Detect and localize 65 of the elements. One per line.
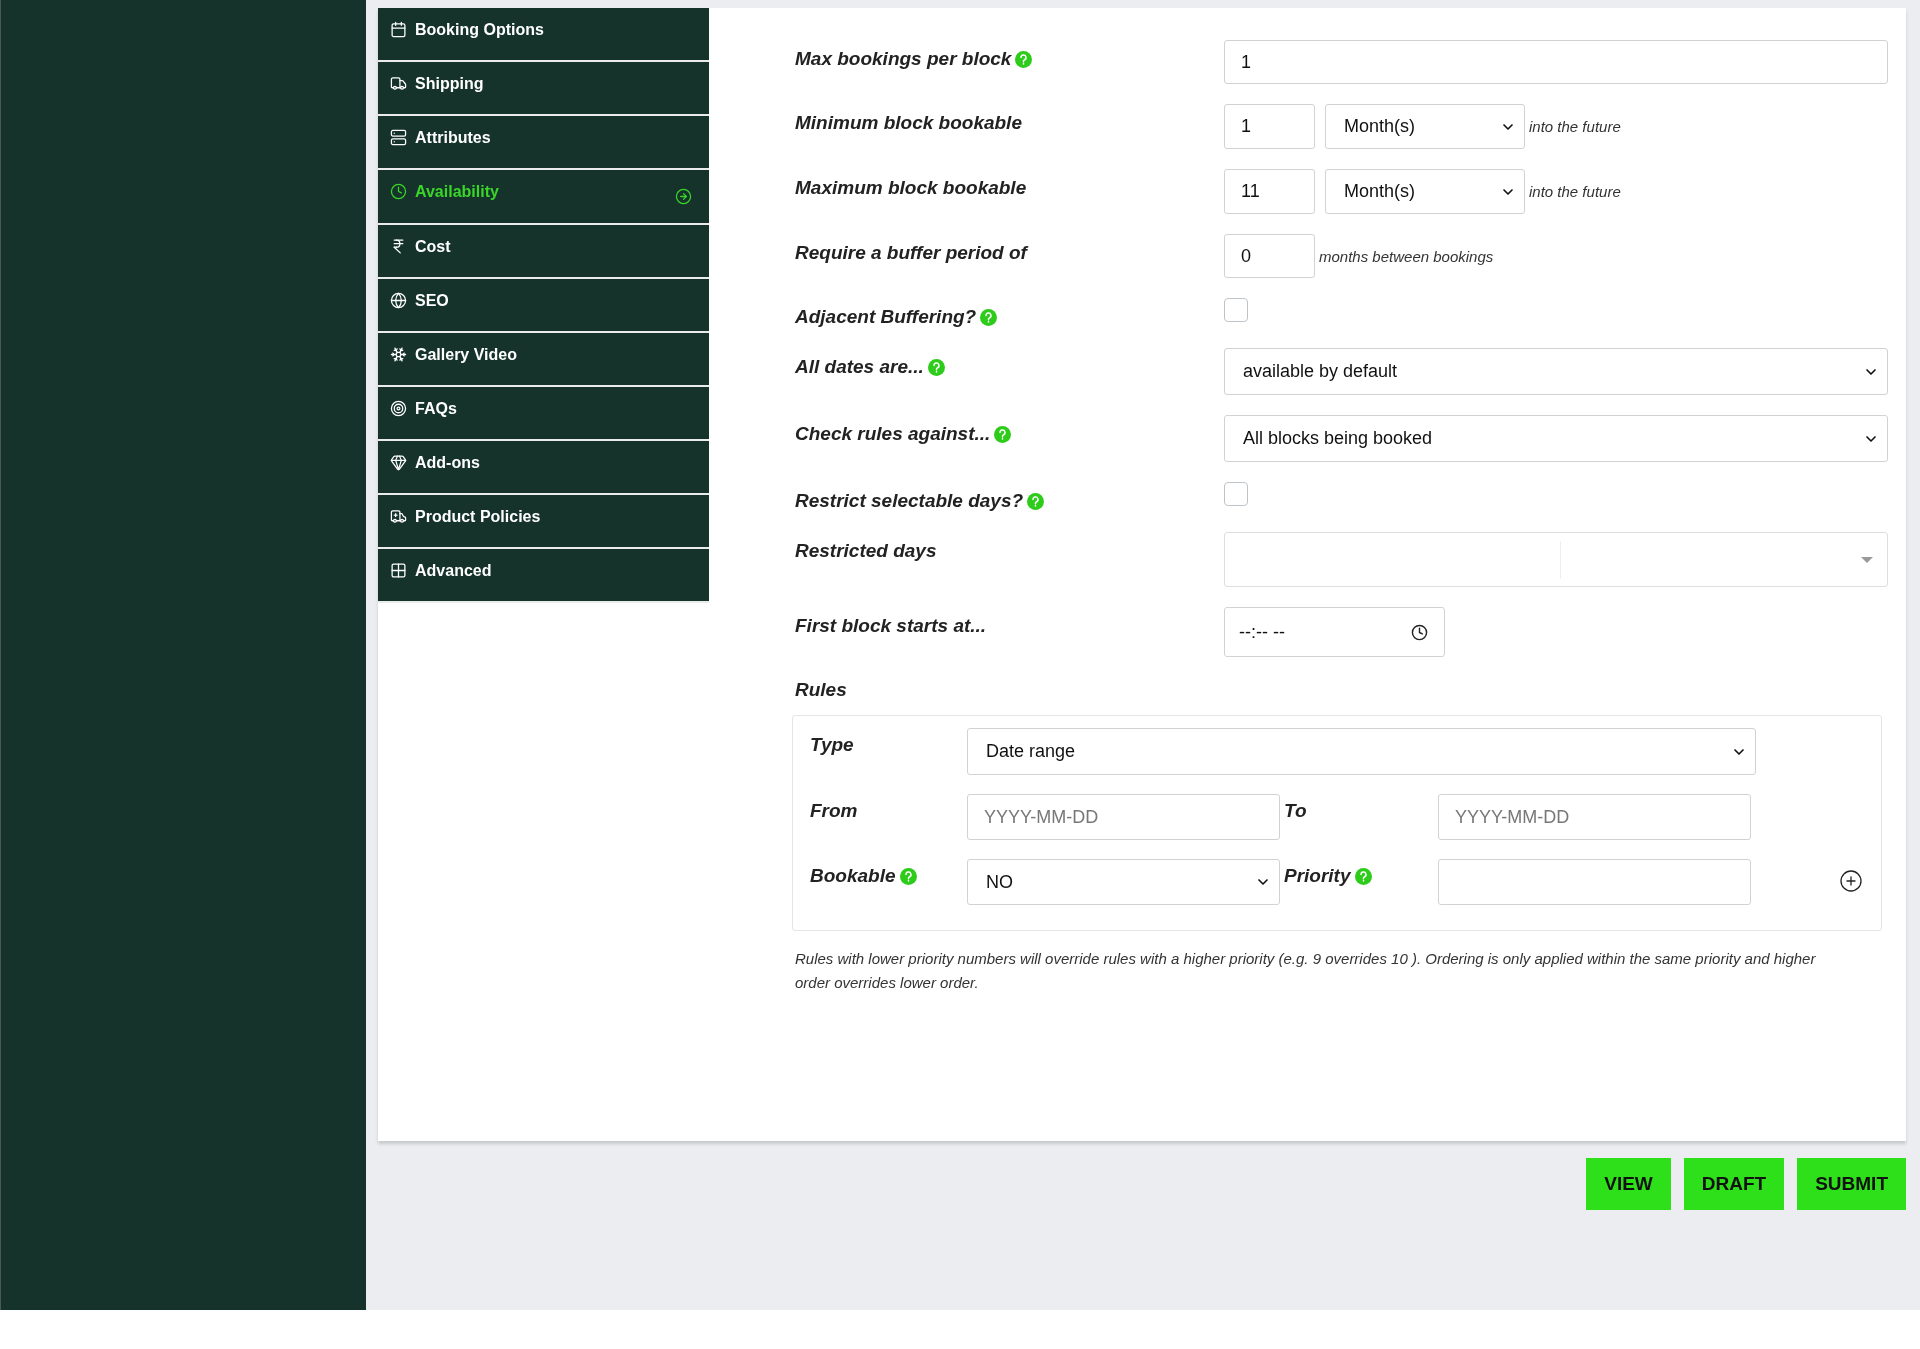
menu-tab[interactable]: Gallery Video — [378, 333, 709, 387]
field-label: Type — [810, 734, 854, 756]
dropdown-select[interactable]: available by default — [1224, 348, 1888, 395]
menu-tab[interactable]: Product Policies — [378, 495, 709, 549]
clock-icon — [1411, 623, 1428, 641]
truck-plus-icon — [390, 508, 407, 525]
field-label: Minimum block bookable — [795, 112, 1022, 134]
type-select[interactable]: Date range — [967, 728, 1756, 775]
bookable-select[interactable]: NO — [967, 859, 1280, 905]
suffix-text: months between bookings — [1319, 247, 1494, 265]
action-button[interactable]: SUBMIT — [1797, 1158, 1906, 1210]
unit-select[interactable]: Month(s) — [1325, 169, 1525, 214]
date-input[interactable]: YYYY-MM-DD — [1438, 794, 1751, 840]
field-label: Maximum block bookable — [795, 177, 1027, 199]
menu-tab[interactable]: SEO — [378, 279, 709, 333]
menu-tab[interactable]: Booking Options — [378, 8, 709, 62]
field-label: Bookable — [810, 865, 896, 887]
field-label: Check rules against... — [795, 423, 991, 445]
dropdown-select[interactable]: All blocks being booked — [1224, 415, 1888, 462]
priority-input[interactable] — [1438, 859, 1751, 905]
diamond-icon — [390, 454, 407, 471]
clock-icon — [390, 183, 407, 200]
menu-tab[interactable]: Add-ons — [378, 441, 709, 495]
field-label: Max bookings per block — [795, 48, 1012, 70]
globe-icon — [390, 292, 407, 309]
suffix-text: into the future — [1529, 118, 1621, 135]
server-icon — [390, 129, 407, 146]
target-icon — [390, 400, 407, 417]
suffix-text: into the future — [1529, 183, 1621, 200]
field-label: Adjacent Buffering? — [795, 306, 977, 328]
snowflake-icon — [390, 346, 407, 363]
time-input[interactable]: --:-- -- — [1224, 607, 1445, 657]
field-label: All dates are... — [795, 356, 924, 378]
action-button[interactable]: VIEW — [1586, 1158, 1671, 1210]
number-input[interactable]: 11 — [1224, 169, 1315, 214]
menu-tab[interactable]: Availability — [378, 170, 709, 225]
menu-tab[interactable]: Attributes — [378, 116, 709, 170]
field-label: Priority — [1284, 865, 1351, 887]
field-label: First block starts at... — [795, 615, 987, 637]
date-input[interactable]: YYYY-MM-DD — [967, 794, 1280, 840]
number-input[interactable]: 0 — [1224, 234, 1315, 278]
number-input[interactable]: 1 — [1224, 104, 1315, 149]
menu-tab[interactable]: Shipping — [378, 62, 709, 116]
menu-tab[interactable]: Advanced — [378, 549, 709, 603]
grid-icon — [390, 562, 407, 579]
rules-note: Rules with lower priority numbers will override rules with a higher priority (e.g. 9 overrides 10 ). Ordering is only applied within the same priority and higher order overrides lower order. — [795, 949, 1817, 993]
unit-select[interactable]: Month(s) — [1325, 104, 1525, 149]
action-button[interactable]: DRAFT — [1683, 1158, 1785, 1210]
field-label: To — [1284, 800, 1307, 822]
checkbox[interactable] — [1224, 482, 1248, 506]
menu-tab[interactable]: FAQs — [378, 387, 709, 441]
caret-icon — [1861, 556, 1873, 563]
multi-select-field[interactable] — [1224, 532, 1888, 587]
menu-tab[interactable]: Cost — [378, 225, 709, 279]
section-title: Rules — [795, 679, 848, 701]
field-label: Require a buffer period of — [795, 242, 1027, 264]
calendar-icon — [390, 21, 407, 38]
field-label: From — [810, 800, 858, 822]
field-label: Restricted days — [795, 540, 937, 562]
field-label: Restrict selectable days? — [795, 490, 1024, 512]
checkbox[interactable] — [1224, 298, 1248, 322]
truck-icon — [390, 75, 407, 92]
text-input[interactable]: 1 — [1224, 40, 1888, 84]
arrow-circle-icon — [675, 188, 692, 205]
add-icon[interactable] — [1839, 869, 1863, 893]
